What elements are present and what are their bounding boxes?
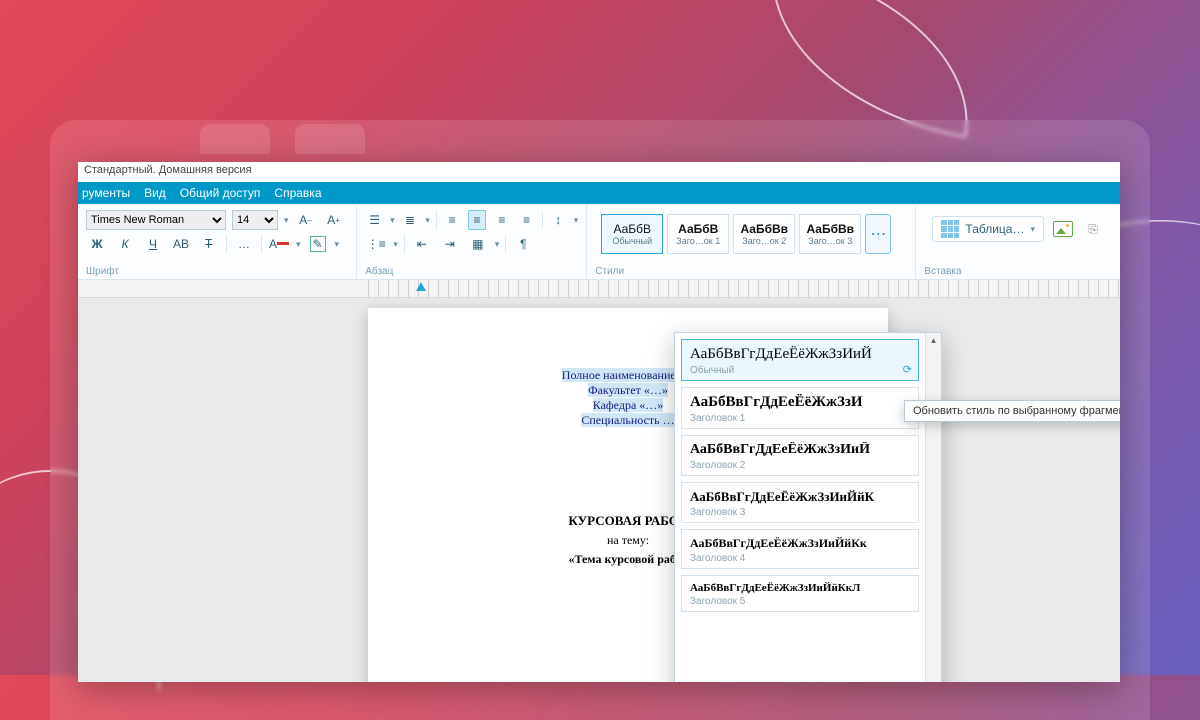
style-panel-label: Заголовок 5 bbox=[690, 596, 910, 607]
style-panel-item[interactable]: АаБбВвГгДдЕеЁёЖжЗзИиЙОбычный⟳ bbox=[681, 339, 919, 381]
insert-table-button[interactable]: Таблица… ▾ bbox=[932, 216, 1044, 242]
style-panel-label: Заголовок 1 bbox=[690, 413, 910, 424]
chevron-down-icon[interactable]: ▾ bbox=[335, 239, 340, 250]
outdent-button[interactable]: ⇤ bbox=[411, 234, 433, 254]
indent-button[interactable]: ⇥ bbox=[439, 234, 461, 254]
ruler[interactable] bbox=[78, 280, 1120, 298]
chevron-down-icon: ▾ bbox=[1030, 224, 1035, 235]
align-left-button[interactable]: ≡ bbox=[443, 210, 462, 230]
font-family-select[interactable]: Times New Roman bbox=[86, 210, 226, 230]
doc-line: Кафедра «…» bbox=[593, 398, 664, 412]
tooltip: Обновить стиль по выбранному фрагменту bbox=[904, 400, 1120, 422]
doc-line: Специальность … bbox=[581, 413, 674, 427]
chevron-down-icon: ▾ bbox=[284, 215, 289, 226]
style-normal[interactable]: АаБбВ Обычный bbox=[601, 214, 663, 254]
menu-tools[interactable]: рументы bbox=[82, 186, 130, 200]
font-grow-button[interactable]: A– bbox=[295, 210, 317, 230]
underline-button[interactable]: Ч bbox=[142, 234, 164, 254]
indent-marker-icon[interactable] bbox=[416, 282, 426, 291]
ribbon: Times New Roman 14 ▾ A– A+ Ж К Ч АВ Ꭲ … … bbox=[78, 204, 1120, 280]
font-shrink-button[interactable]: A+ bbox=[323, 210, 345, 230]
align-justify-button[interactable]: ≡ bbox=[517, 210, 536, 230]
number-list-button[interactable]: ≣ bbox=[401, 210, 420, 230]
group-label-styles: Стили bbox=[595, 264, 907, 277]
style-heading3[interactable]: АаБбВв Заго…ок 3 bbox=[799, 214, 861, 254]
style-panel-item[interactable]: АаБбВвГгДдЕеЁёЖжЗзИиЙЗаголовок 2 bbox=[681, 435, 919, 476]
line-spacing-button[interactable]: ↕ bbox=[549, 210, 568, 230]
style-panel-item[interactable]: АаБбВвГгДдЕеЁёЖжЗзИиЙйКкЗаголовок 4 bbox=[681, 529, 919, 569]
document-area: Полное наименование ВУ Факультет «…» Каф… bbox=[78, 280, 1120, 682]
strike-button[interactable]: Ꭲ bbox=[198, 234, 220, 254]
menu-bar: рументы Вид Общий доступ Справка bbox=[78, 182, 1120, 204]
align-center-button[interactable]: ≡ bbox=[468, 210, 487, 230]
style-panel-label: Заголовок 3 bbox=[690, 507, 910, 518]
style-panel-item[interactable]: АаБбВвГгДдЕеЁёЖжЗзИиЙйКЗаголовок 3 bbox=[681, 482, 919, 523]
align-right-button[interactable]: ≡ bbox=[492, 210, 511, 230]
chevron-down-icon[interactable]: ▾ bbox=[296, 239, 301, 250]
styles-more-button[interactable]: ⋯ bbox=[865, 214, 891, 254]
style-panel-label: Заголовок 2 bbox=[690, 460, 910, 471]
paragraph-mark-button[interactable]: ¶ bbox=[512, 234, 534, 254]
style-panel-item[interactable]: АаБбВвГгДдЕеЁёЖжЗзИЗаголовок 1 bbox=[681, 387, 919, 429]
panel-scrollbar[interactable]: ▴ ▾ bbox=[925, 333, 941, 682]
borders-button[interactable]: ▦ bbox=[467, 234, 489, 254]
insert-more-button[interactable]: ⎘ bbox=[1082, 219, 1104, 239]
highlight-button[interactable]: ✎ bbox=[307, 234, 329, 254]
style-heading2[interactable]: АаБбВв Заго…ок 2 bbox=[733, 214, 795, 254]
menu-view[interactable]: Вид bbox=[144, 186, 166, 200]
style-panel-item[interactable]: АаБбВвГгДдЕеЁёЖжЗзИиЙйКкЛЗаголовок 5 bbox=[681, 575, 919, 612]
app-window: Стандартный. Домашняя версия рументы Вид… bbox=[78, 162, 1120, 682]
menu-help[interactable]: Справка bbox=[274, 186, 321, 200]
caps-button[interactable]: АВ bbox=[170, 234, 192, 254]
font-size-select[interactable]: 14 bbox=[232, 210, 278, 230]
style-heading1[interactable]: АаБбВ Заго…ок 1 bbox=[667, 214, 729, 254]
insert-image-button[interactable] bbox=[1052, 219, 1074, 239]
window-title: Стандартный. Домашняя версия bbox=[78, 162, 1120, 182]
styles-strip: АаБбВ Обычный АаБбВ Заго…ок 1 АаБбВв Заг… bbox=[595, 210, 907, 258]
italic-button[interactable]: К bbox=[114, 234, 136, 254]
style-panel-label: Обычный bbox=[690, 365, 910, 376]
bullet-list-button[interactable]: ☰ bbox=[365, 210, 384, 230]
refresh-icon[interactable]: ⟳ bbox=[903, 363, 912, 376]
doc-line: Факультет «…» bbox=[588, 383, 668, 397]
style-panel-label: Заголовок 4 bbox=[690, 553, 910, 564]
table-icon bbox=[941, 220, 959, 238]
font-color-button[interactable]: A bbox=[268, 234, 290, 254]
scroll-up-icon[interactable]: ▴ bbox=[926, 335, 941, 346]
multilevel-button[interactable]: ⋮≡ bbox=[365, 234, 387, 254]
group-label-paragraph: Абзац bbox=[365, 264, 578, 277]
styles-panel: АаБбВвГгДдЕеЁёЖжЗзИиЙОбычный⟳ АаБбВвГгДдЕ… bbox=[674, 332, 942, 682]
menu-share[interactable]: Общий доступ bbox=[180, 186, 261, 200]
group-label-insert: Вставка bbox=[924, 264, 1112, 277]
more-font-button[interactable]: … bbox=[233, 234, 255, 254]
image-icon bbox=[1053, 221, 1073, 237]
group-label-font: Шрифт bbox=[86, 264, 348, 277]
bold-button[interactable]: Ж bbox=[86, 234, 108, 254]
